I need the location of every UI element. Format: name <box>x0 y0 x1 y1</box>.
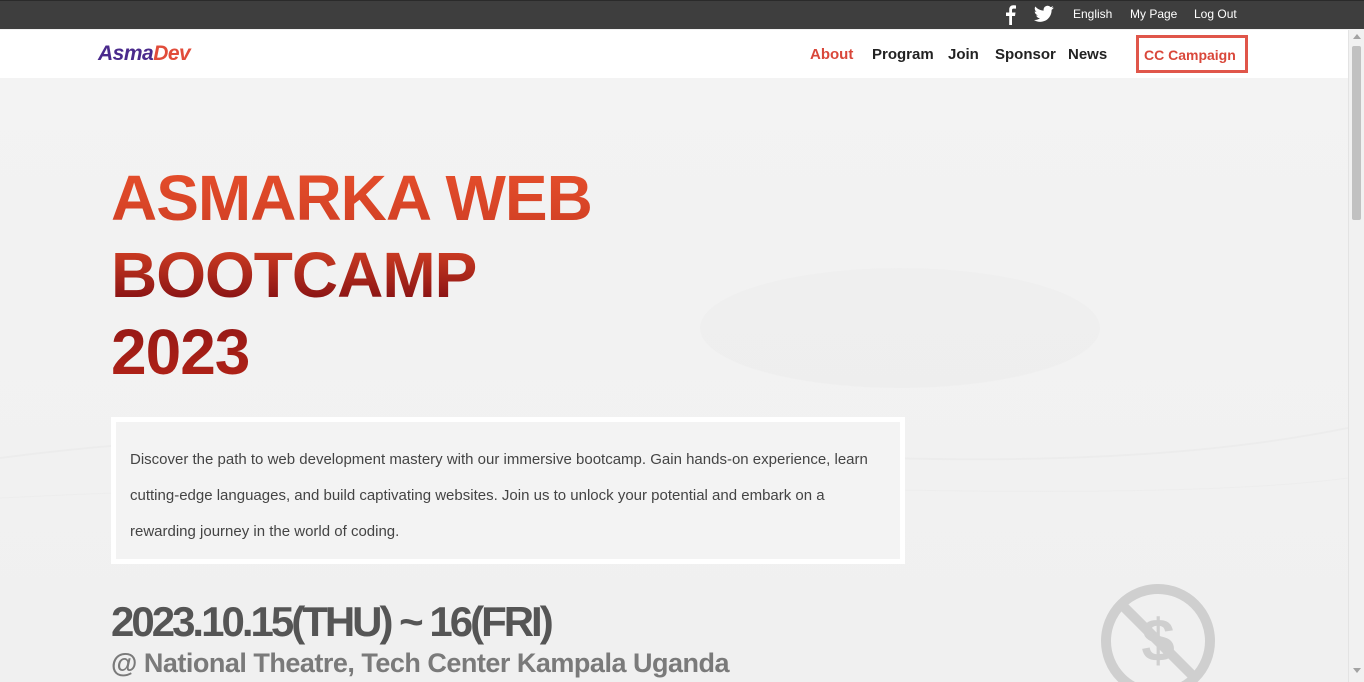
nav-item-sponsor[interactable]: Sponsor <box>995 46 1056 63</box>
svg-text:$: $ <box>1141 607 1174 674</box>
hero-title-line-3: 2023 <box>111 316 250 388</box>
hero-title-line-2: BOOTCAMP <box>111 239 477 311</box>
cc-campaign-button[interactable]: CC Campaign <box>1136 35 1248 73</box>
facebook-icon[interactable] <box>1003 5 1017 25</box>
site-logo[interactable]: AsmaDev <box>98 42 191 66</box>
main-navbar: AsmaDev About Program Join Sponsor News … <box>0 30 1348 78</box>
nav-item-about[interactable]: About <box>810 46 853 63</box>
logo-part-1: Asma <box>98 42 154 65</box>
scroll-down-arrow-icon[interactable] <box>1353 668 1361 673</box>
event-date: 2023.10.15(THU) ~ 16(FRI) <box>111 598 554 645</box>
page-scrollbar[interactable] <box>1348 30 1364 682</box>
nav-item-news[interactable]: News <box>1068 46 1107 63</box>
event-venue: @ National Theatre, Tech Center Kampala … <box>111 648 729 678</box>
nav-item-program[interactable]: Program <box>872 46 934 63</box>
nav-item-join[interactable]: Join <box>948 46 979 63</box>
twitter-icon[interactable] <box>1034 5 1054 23</box>
hero-title-line-1: ASMARKA WEB <box>111 162 592 234</box>
hero-title: ASMARKA WEB BOOTCAMP 2023 <box>111 160 592 391</box>
description-text: Discover the path to web development mas… <box>130 451 868 540</box>
scrollbar-thumb[interactable] <box>1352 46 1361 220</box>
top-utility-bar: English My Page Log Out <box>0 0 1364 29</box>
description-box: Discover the path to web development mas… <box>111 417 905 564</box>
scroll-up-arrow-icon[interactable] <box>1353 34 1361 39</box>
language-link[interactable]: English <box>1073 7 1112 21</box>
logo-part-2: Dev <box>153 42 191 65</box>
no-dollar-icon: $ <box>1098 581 1218 682</box>
my-page-link[interactable]: My Page <box>1130 7 1177 21</box>
log-out-link[interactable]: Log Out <box>1194 7 1237 21</box>
